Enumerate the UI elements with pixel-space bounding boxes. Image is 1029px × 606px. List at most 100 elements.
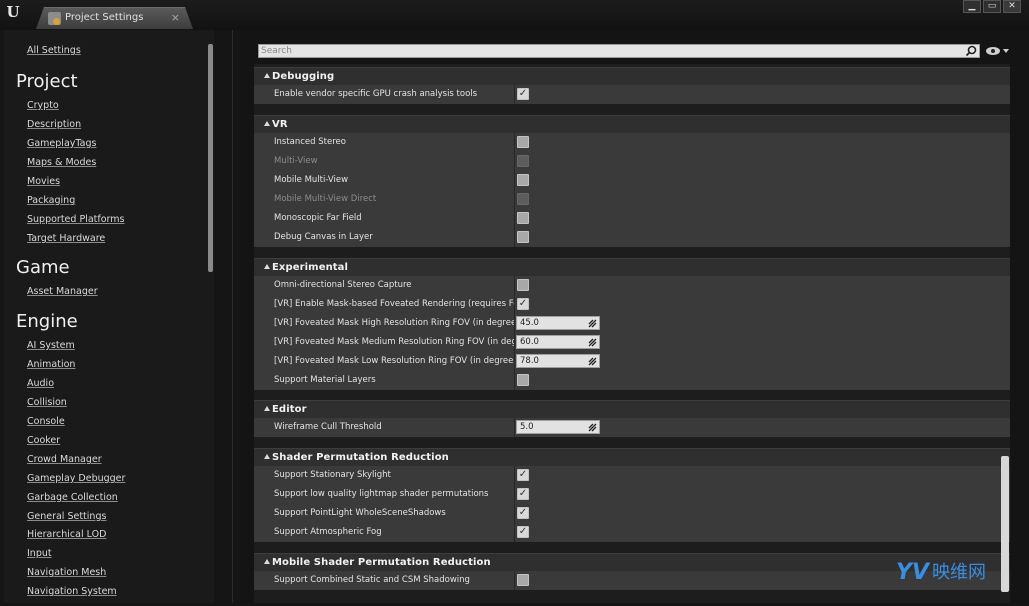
sidebar-item-cooker[interactable]: Cooker — [27, 435, 60, 447]
column-splitter[interactable] — [514, 276, 515, 295]
sidebar-item-console[interactable]: Console — [27, 416, 65, 428]
panel-divider[interactable] — [232, 30, 233, 603]
mobile-multi-view-checkbox[interactable] — [517, 174, 529, 186]
instanced-stereo-checkbox[interactable] — [517, 136, 529, 148]
low-quality-lightmap-checkbox[interactable]: ✓ — [517, 488, 529, 500]
pointlight-shadows-checkbox[interactable]: ✓ — [517, 507, 529, 519]
low-res-ring-fov-input[interactable]: 78.0 — [516, 354, 600, 368]
column-splitter[interactable] — [514, 333, 515, 352]
sidebar-item-animation[interactable]: Animation — [27, 359, 75, 371]
support-material-layers-checkbox[interactable] — [517, 374, 529, 386]
wireframe-cull-threshold-input[interactable]: 5.0 — [516, 420, 600, 434]
sidebar-item-general-settings[interactable]: General Settings — [27, 511, 106, 523]
property-row: Support Stationary Skylight ✓ — [254, 466, 1010, 485]
column-splitter[interactable] — [514, 571, 515, 590]
property-label: Support Combined Static and CSM Shadowin… — [274, 575, 470, 585]
column-splitter[interactable] — [514, 295, 515, 314]
property-row: Omni-directional Stereo Capture — [254, 276, 1010, 295]
mobile-multi-view-direct-checkbox — [517, 193, 529, 205]
search-box[interactable] — [258, 44, 980, 58]
section-header-editor[interactable]: Editor — [254, 400, 1010, 418]
section-title: VR — [272, 119, 288, 130]
gpu-crash-analysis-checkbox[interactable]: ✓ — [517, 88, 529, 100]
unreal-logo-icon[interactable]: U — [3, 2, 23, 22]
tab-close-icon[interactable]: × — [171, 11, 180, 24]
sidebar-item-asset-manager[interactable]: Asset Manager — [27, 286, 98, 298]
sidebar-item-gameplay-debugger[interactable]: Gameplay Debugger — [27, 473, 125, 485]
section-header-shader-permutation-reduction[interactable]: Shader Permutation Reduction — [254, 448, 1010, 466]
column-splitter[interactable] — [514, 485, 515, 504]
debug-canvas-in-layer-checkbox[interactable] — [517, 231, 529, 243]
column-splitter[interactable] — [514, 523, 515, 542]
column-splitter[interactable] — [514, 133, 515, 152]
column-splitter[interactable] — [514, 418, 515, 437]
sidebar-item-audio[interactable]: Audio — [27, 378, 54, 390]
sidebar-item-maps-modes[interactable]: Maps & Modes — [27, 157, 96, 169]
monoscopic-far-field-checkbox[interactable] — [517, 212, 529, 224]
atmospheric-fog-checkbox[interactable]: ✓ — [517, 526, 529, 538]
sidebar-item-navigation-system[interactable]: Navigation System — [27, 586, 117, 598]
property-label: Wireframe Cull Threshold — [274, 422, 382, 432]
omni-stereo-capture-checkbox[interactable] — [517, 279, 529, 291]
resize-grip-icon[interactable] — [588, 357, 597, 366]
foveated-rendering-checkbox[interactable]: ✓ — [517, 298, 529, 310]
minimize-button[interactable]: ▁ — [963, 0, 981, 13]
sidebar-item-input[interactable]: Input — [27, 548, 52, 560]
settings-sidebar: All Settings Project Crypto Description … — [4, 30, 214, 603]
tab-label: Project Settings — [65, 12, 144, 23]
section-header-vr[interactable]: VR — [254, 115, 1010, 133]
resize-grip-icon[interactable] — [588, 423, 597, 432]
sidebar-item-gameplaytags[interactable]: GameplayTags — [27, 138, 96, 150]
property-label: Mobile Multi-View Direct — [274, 194, 377, 204]
property-row: [VR] Foveated Mask Low Resolution Ring F… — [254, 352, 1010, 371]
number-value: 45.0 — [520, 318, 539, 328]
high-res-ring-fov-input[interactable]: 45.0 — [516, 316, 600, 330]
column-splitter[interactable] — [514, 314, 515, 333]
collapse-arrow-icon — [264, 73, 270, 78]
sidebar-item-crowd-manager[interactable]: Crowd Manager — [27, 454, 102, 466]
view-options-eye-icon[interactable] — [984, 44, 1010, 58]
column-splitter[interactable] — [514, 371, 515, 390]
sidebar-item-target-hardware[interactable]: Target Hardware — [27, 233, 105, 245]
sidebar-item-crypto[interactable]: Crypto — [27, 100, 59, 112]
sidebar-item-ai-system[interactable]: AI System — [27, 340, 75, 352]
sidebar-item-garbage-collection[interactable]: Garbage Collection — [27, 492, 118, 504]
medium-res-ring-fov-input[interactable]: 60.0 — [516, 335, 600, 349]
sidebar-item-hierarchical-lod[interactable]: Hierarchical LOD — [27, 529, 106, 541]
column-splitter[interactable] — [514, 85, 515, 104]
number-value: 78.0 — [520, 356, 539, 366]
section-header-debugging[interactable]: Debugging — [254, 67, 1010, 85]
tab-project-settings[interactable]: Project Settings × — [36, 7, 193, 29]
sidebar-item-collision[interactable]: Collision — [27, 397, 67, 409]
sidebar-scrollbar[interactable] — [208, 44, 213, 272]
combined-static-csm-checkbox[interactable] — [517, 574, 529, 586]
property-row: Support PointLight WholeSceneShadows ✓ — [254, 504, 1010, 523]
sidebar-item-description[interactable]: Description — [27, 119, 81, 131]
sidebar-item-packaging[interactable]: Packaging — [27, 195, 75, 207]
resize-grip-icon[interactable] — [588, 338, 597, 347]
search-input[interactable] — [261, 45, 961, 57]
property-label: Instanced Stereo — [274, 137, 346, 147]
resize-grip-icon[interactable] — [588, 319, 597, 328]
column-splitter[interactable] — [514, 171, 515, 190]
column-splitter[interactable] — [514, 504, 515, 523]
sidebar-item-supported-platforms[interactable]: Supported Platforms — [27, 214, 124, 226]
close-window-button[interactable]: ✕ — [1003, 0, 1021, 13]
maximize-button[interactable]: ▭ — [983, 0, 1001, 13]
search-icon[interactable] — [965, 45, 977, 57]
column-splitter[interactable] — [514, 152, 515, 171]
section-header-experimental[interactable]: Experimental — [254, 258, 1010, 276]
column-splitter[interactable] — [514, 352, 515, 371]
property-label: Support Stationary Skylight — [274, 470, 391, 480]
column-splitter[interactable] — [514, 190, 515, 209]
sidebar-item-movies[interactable]: Movies — [27, 176, 60, 188]
collapse-arrow-icon — [264, 406, 270, 411]
column-splitter[interactable] — [514, 209, 515, 228]
sidebar-heading-game: Game — [16, 257, 70, 278]
sidebar-item-all-settings[interactable]: All Settings — [27, 45, 81, 57]
column-splitter[interactable] — [514, 228, 515, 247]
details-scrollbar[interactable] — [1001, 456, 1009, 592]
sidebar-item-navigation-mesh[interactable]: Navigation Mesh — [27, 567, 106, 579]
stationary-skylight-checkbox[interactable]: ✓ — [517, 469, 529, 481]
column-splitter[interactable] — [514, 466, 515, 485]
